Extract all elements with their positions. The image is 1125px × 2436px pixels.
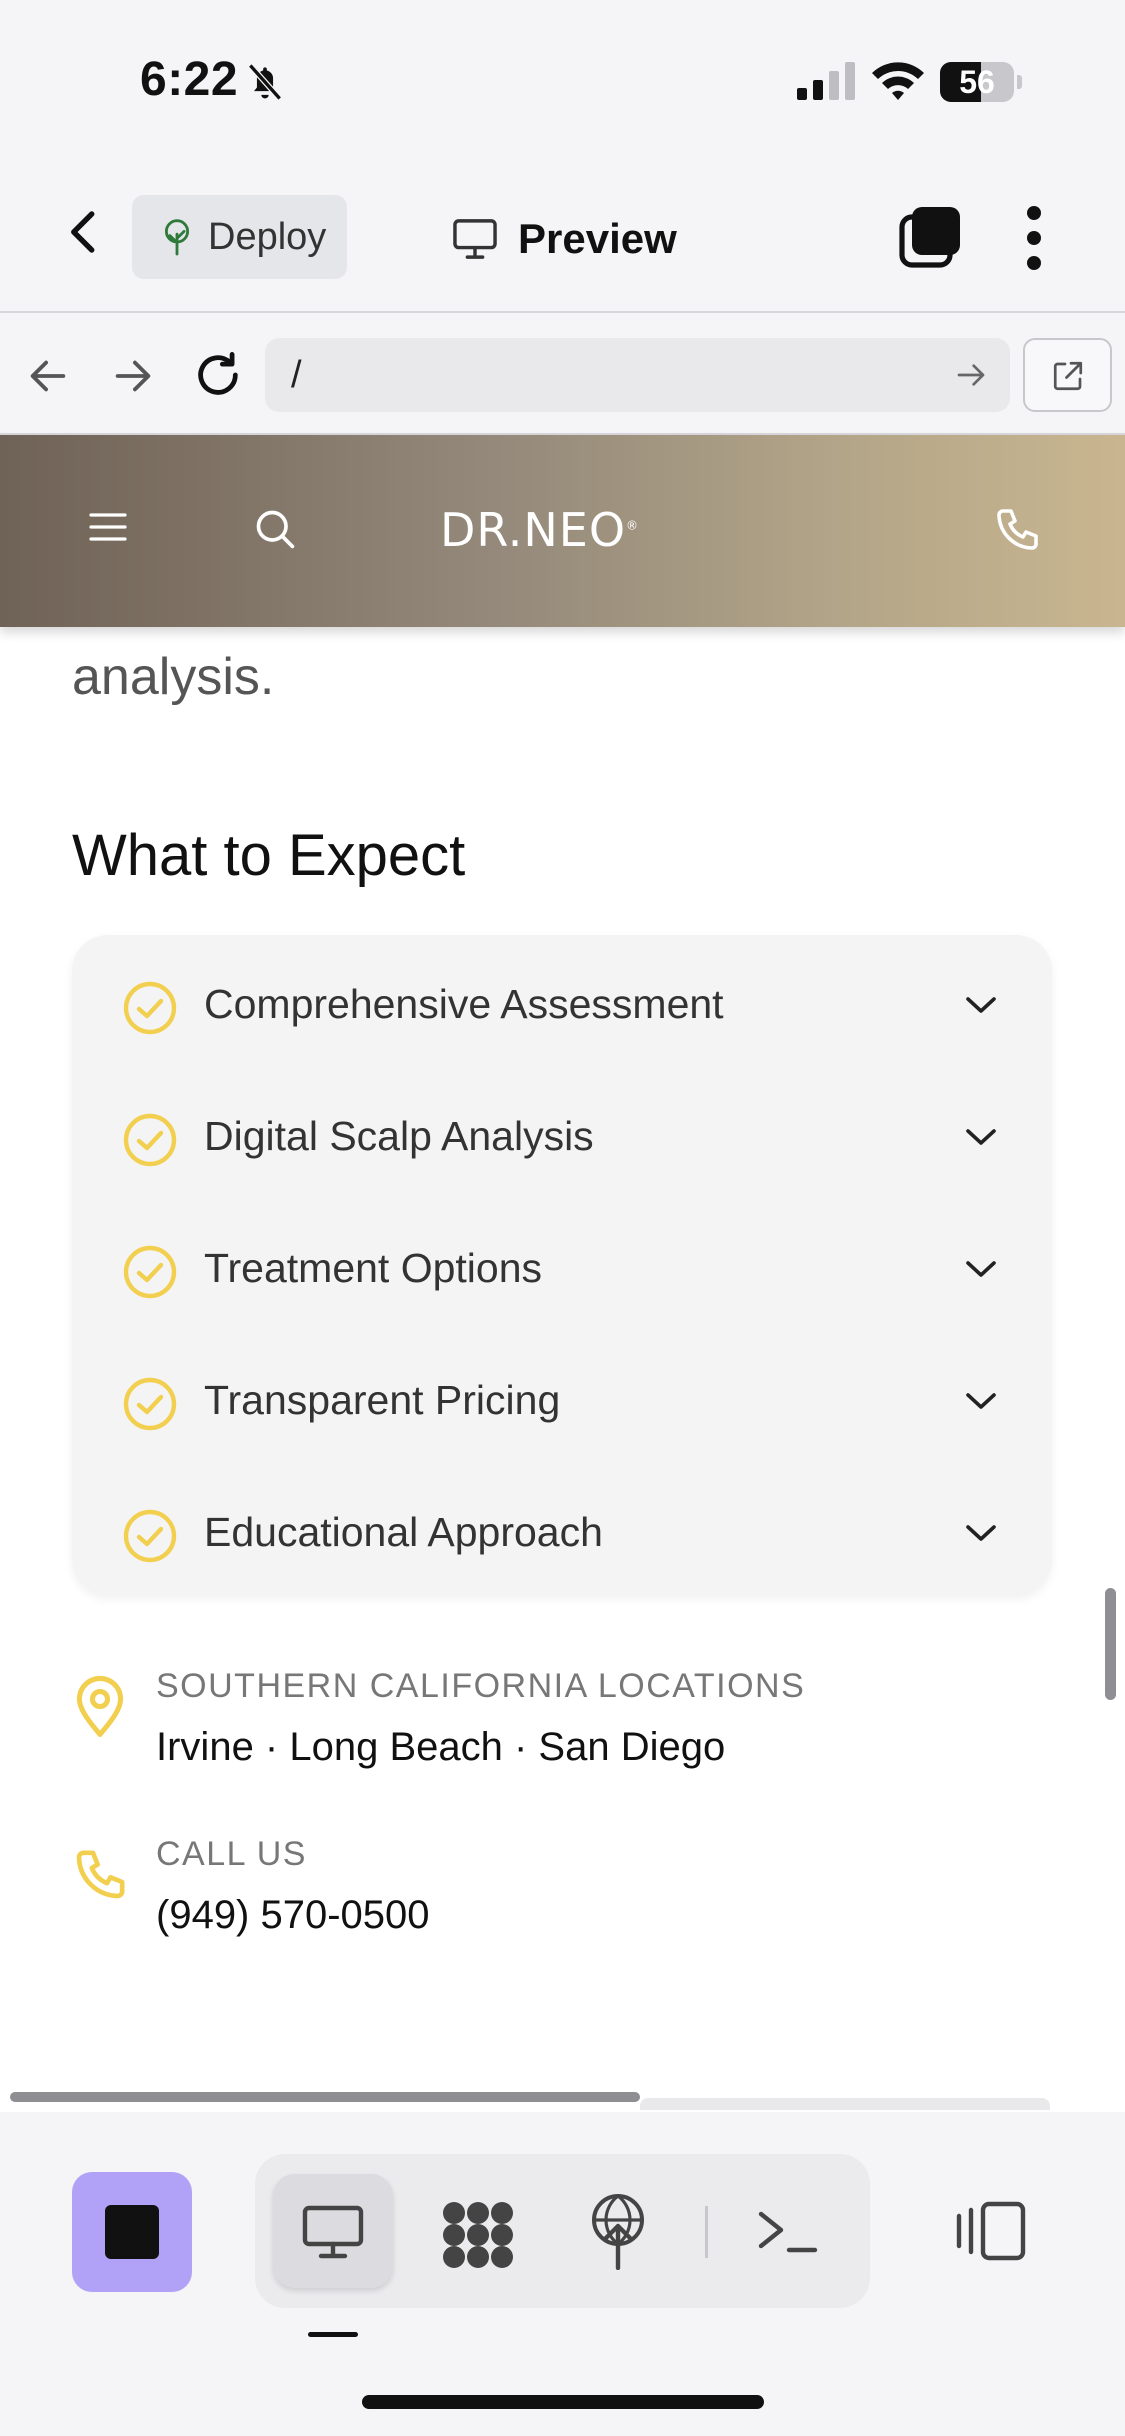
preview-tab[interactable]: Preview [452, 209, 677, 269]
chevron-down-icon[interactable] [964, 1521, 998, 1545]
check-circle-icon [123, 1113, 177, 1167]
status-time: 6:22 [140, 53, 239, 106]
logo-text: DR.NEO [440, 503, 627, 557]
battery-percent: 56 [959, 64, 995, 100]
site-header: DR.NEO® [0, 435, 1125, 627]
stop-icon [105, 2205, 159, 2259]
check-circle-icon [123, 1509, 177, 1563]
accordion-item[interactable]: Digital Scalp Analysis [72, 1077, 1052, 1197]
bell-slash-icon [248, 63, 282, 101]
accordion-item[interactable]: Comprehensive Assessment [72, 945, 1052, 1065]
locations-label: SOUTHERN CALIFORNIA LOCATIONS [156, 1667, 806, 1705]
content-card-edge [640, 2098, 1050, 2110]
horizontal-scrollbar[interactable] [10, 2092, 640, 2102]
monitor-icon [453, 219, 497, 259]
open-external-icon [1053, 361, 1083, 391]
home-indicator[interactable] [362, 2395, 764, 2409]
deploy-icon[interactable] [588, 2192, 648, 2270]
check-circle-icon [123, 1377, 177, 1431]
chevron-down-icon[interactable] [964, 1125, 998, 1149]
tabs-icon[interactable] [898, 205, 962, 269]
stop-button[interactable] [72, 2172, 192, 2292]
accordion-item-label: Digital Scalp Analysis [204, 1113, 594, 1159]
accordion-item-label: Comprehensive Assessment [204, 981, 724, 1027]
accordion-item[interactable]: Educational Approach [72, 1473, 1052, 1593]
logo[interactable]: DR.NEO® [440, 503, 690, 563]
chevron-down-icon[interactable] [964, 1389, 998, 1413]
wifi-icon [872, 62, 924, 100]
more-vertical-icon[interactable] [1018, 205, 1050, 271]
phone-icon[interactable] [993, 505, 1041, 555]
go-arrow-icon[interactable] [955, 360, 987, 390]
url-input[interactable]: / [265, 338, 1010, 412]
arrow-left-icon[interactable] [25, 353, 71, 399]
active-tab-indicator [308, 2332, 358, 2337]
accordion-item[interactable]: Treatment Options [72, 1209, 1052, 1329]
grid-dots-icon[interactable] [438, 2199, 518, 2271]
phone-icon [76, 1850, 125, 1899]
bottom-toolbar [0, 2112, 1125, 2436]
deploy-tree-icon [164, 219, 190, 256]
chevron-down-icon[interactable] [964, 1257, 998, 1281]
hamburger-icon[interactable] [88, 510, 128, 544]
vertical-scrollbar[interactable] [1105, 1588, 1116, 1700]
reload-icon[interactable] [192, 349, 244, 401]
locations-block: SOUTHERN CALIFORNIA LOCATIONS Irvine · L… [72, 1667, 1052, 1807]
check-circle-icon [123, 981, 177, 1035]
battery-icon: 56 [940, 62, 1022, 102]
accordion-item-label: Educational Approach [204, 1509, 603, 1555]
open-external-button[interactable] [1023, 338, 1112, 412]
url-text: / [291, 354, 302, 396]
check-circle-icon [123, 1245, 177, 1299]
page-content: analysis. What to Expect Comprehensive A… [0, 627, 1125, 2112]
phone-number-link[interactable]: (949) 570-0500 [156, 1893, 430, 1938]
section-title: What to Expect [72, 823, 466, 888]
map-pin-icon [76, 1675, 124, 1737]
accordion-item[interactable]: Transparent Pricing [72, 1341, 1052, 1461]
cellular-signal-icon [797, 62, 855, 100]
accordion-item-label: Transparent Pricing [204, 1377, 561, 1423]
accordion-item-label: Treatment Options [204, 1245, 543, 1291]
chevron-down-icon[interactable] [964, 993, 998, 1017]
call-block[interactable]: CALL US (949) 570-0500 [72, 1835, 1052, 1975]
preview-label: Preview [518, 215, 677, 262]
toolbar-divider [705, 2206, 708, 2258]
url-bar: / [0, 315, 1125, 435]
call-label: CALL US [156, 1835, 307, 1873]
chevron-left-icon[interactable] [58, 205, 112, 259]
terminal-icon[interactable] [755, 2206, 819, 2258]
deploy-button[interactable]: Deploy [132, 195, 347, 279]
logo-registered-mark: ® [626, 518, 640, 533]
lead-text: analysis. [72, 648, 275, 706]
arrow-right-icon[interactable] [110, 353, 156, 399]
panel-toggle-icon[interactable] [955, 2200, 1027, 2262]
desktop-view-button[interactable] [273, 2174, 393, 2288]
deploy-label: Deploy [208, 215, 327, 258]
view-switcher [255, 2154, 870, 2308]
search-icon[interactable] [253, 507, 297, 551]
locations-value: Irvine · Long Beach · San Diego [156, 1725, 726, 1769]
app-toolbar: Deploy Preview [0, 165, 1125, 313]
status-bar: 6:22 56 [0, 0, 1125, 165]
accordion: Comprehensive Assessment Digital Scalp A… [72, 935, 1052, 1595]
desktop-icon [302, 2205, 364, 2259]
